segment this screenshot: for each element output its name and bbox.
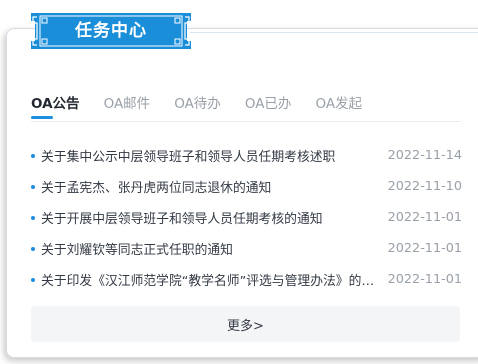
tab-oa-mail[interactable]: OA邮件 <box>104 92 151 112</box>
active-tab-indicator <box>31 116 53 119</box>
list-item[interactable]: 关于开展中层领导班子和领导人员任期考核的通知 2022-11-01 <box>31 202 462 233</box>
notice-date: 2022-11-01 <box>387 272 462 287</box>
notice-title[interactable]: 关于集中公示中层领导班子和领导人员任期考核述职 <box>41 146 376 165</box>
notice-title[interactable]: 关于刘耀钦等同志正式任职的通知 <box>41 239 376 258</box>
tab-bar: OA公告 OA邮件 OA待办 OA已办 OA发起 <box>31 92 386 112</box>
task-center-badge: 任务中心 <box>29 11 193 51</box>
bullet-dot-icon <box>31 154 35 158</box>
list-item[interactable]: 关于刘耀钦等同志正式任职的通知 2022-11-01 <box>31 233 462 264</box>
list-item[interactable]: 关于集中公示中层领导班子和领导人员任期考核述职 2022-11-14 <box>31 140 462 171</box>
page-title: 任务中心 <box>75 21 147 41</box>
notice-date: 2022-11-01 <box>387 241 462 256</box>
task-center-widget: 任务中心 OA公告 OA邮件 OA待办 OA已办 OA发起 关于集中公示中层领导… <box>0 0 478 364</box>
list-item[interactable]: 关于孟宪杰、张丹虎两位同志退休的通知 2022-11-10 <box>31 171 462 202</box>
notice-date: 2022-11-14 <box>387 148 462 163</box>
notice-date: 2022-11-10 <box>387 179 462 194</box>
list-item[interactable]: 关于印发《汉江师范学院“教学名师”评选与管理办法》的通知 2022-11-01 <box>31 264 462 295</box>
more-button[interactable]: 更多> <box>31 306 460 342</box>
notice-list: 关于集中公示中层领导班子和领导人员任期考核述职 2022-11-14 关于孟宪杰… <box>31 140 462 295</box>
bullet-dot-icon <box>31 185 35 189</box>
notice-title[interactable]: 关于印发《汉江师范学院“教学名师”评选与管理办法》的通知 <box>41 270 376 289</box>
tab-oa-todo[interactable]: OA待办 <box>174 92 221 112</box>
tab-oa-announcement[interactable]: OA公告 <box>31 92 80 112</box>
bullet-dot-icon <box>31 278 35 282</box>
bullet-dot-icon <box>31 247 35 251</box>
notice-title[interactable]: 关于开展中层领导班子和领导人员任期考核的通知 <box>41 208 376 227</box>
notice-date: 2022-11-01 <box>387 210 462 225</box>
header-divider <box>190 32 478 33</box>
bullet-dot-icon <box>31 216 35 220</box>
notice-title[interactable]: 关于孟宪杰、张丹虎两位同志退休的通知 <box>41 177 376 196</box>
tabs-divider <box>31 121 461 122</box>
tab-oa-initiate[interactable]: OA发起 <box>315 92 362 112</box>
tab-oa-done[interactable]: OA已办 <box>245 92 292 112</box>
